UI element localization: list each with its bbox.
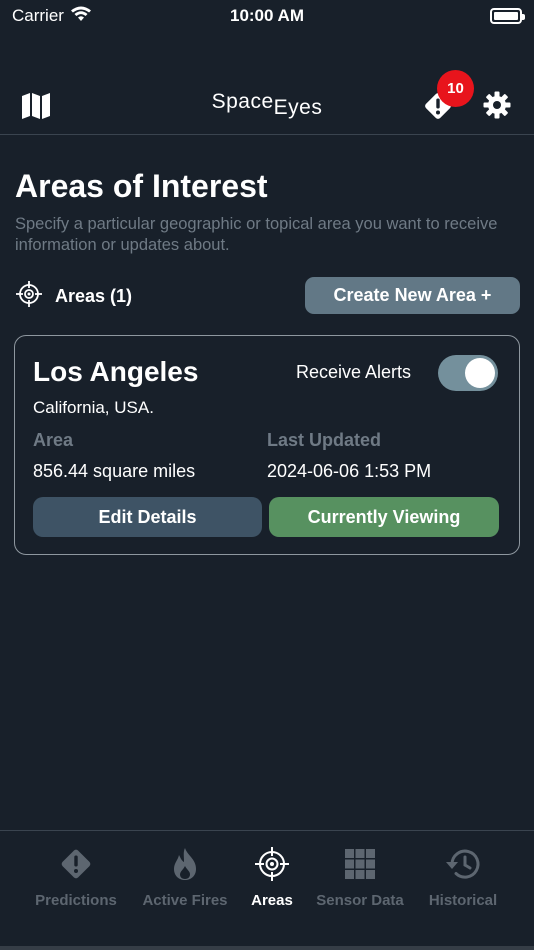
area-size-value: 856.44 square miles xyxy=(33,461,196,481)
flame-icon xyxy=(166,845,204,883)
last-updated-value: 2024-06-06 1:53 PM xyxy=(267,461,432,481)
tab-bar: Predictions Active Fires Areas Sensor Da… xyxy=(0,830,534,950)
battery-icon xyxy=(490,8,525,24)
area-location: California, USA. xyxy=(33,398,154,417)
receive-alerts-label: Receive Alerts xyxy=(296,362,412,382)
home-indicator xyxy=(0,946,534,950)
status-bar: Carrier 10:00 AM xyxy=(0,0,534,32)
tab-label: Areas xyxy=(251,892,293,909)
tab-sensor-data[interactable]: Sensor Data xyxy=(305,845,415,909)
history-icon xyxy=(444,845,482,883)
receive-alerts-toggle[interactable] xyxy=(438,355,498,391)
tab-predictions[interactable]: Predictions xyxy=(21,845,131,909)
grid-icon xyxy=(341,845,379,883)
logo-part-space: Space xyxy=(211,90,274,113)
tab-label: Historical xyxy=(428,892,498,909)
alert-count-badge: 10 xyxy=(437,70,474,107)
areas-header: Areas (1) xyxy=(15,280,132,313)
tab-label: Predictions xyxy=(35,892,117,909)
crosshair-icon xyxy=(15,280,43,313)
edit-details-button[interactable]: Edit Details xyxy=(33,497,262,537)
tab-historical[interactable]: Historical xyxy=(408,845,518,909)
last-updated-label: Last Updated xyxy=(267,430,382,450)
area-size-label: Area xyxy=(33,430,74,450)
tab-label: Active Fires xyxy=(142,892,228,909)
page-description: Specify a particular geographic or topic… xyxy=(15,215,498,254)
logo-part-eyes: Eyes xyxy=(273,96,323,119)
areas-count: Areas (1) xyxy=(55,286,133,306)
create-new-area-button[interactable]: Create New Area + xyxy=(305,277,520,314)
carrier-label: Carrier xyxy=(12,6,64,25)
area-name: Los Angeles xyxy=(33,356,199,387)
area-card: Los Angeles California, USA. Receive Ale… xyxy=(14,335,520,555)
status-left: Carrier xyxy=(12,6,92,27)
toggle-knob xyxy=(465,358,495,388)
gear-icon[interactable] xyxy=(482,90,512,120)
crosshair-icon xyxy=(253,845,291,883)
warning-diamond-icon xyxy=(57,845,95,883)
page-title: Areas of Interest xyxy=(15,168,268,204)
tab-label: Sensor Data xyxy=(316,892,404,909)
currently-viewing-button[interactable]: Currently Viewing xyxy=(269,497,499,537)
wifi-icon xyxy=(70,6,92,27)
